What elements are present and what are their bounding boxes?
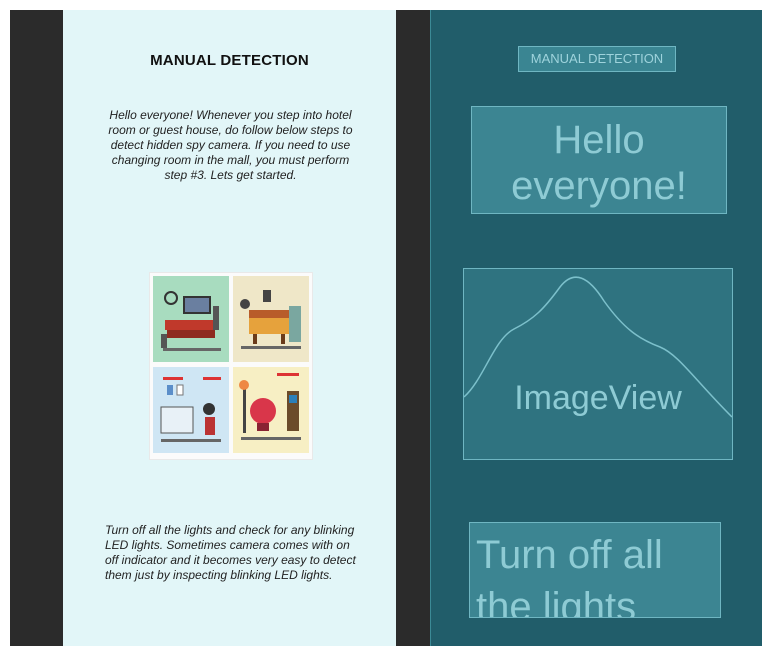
living-room-illustration	[153, 276, 229, 362]
panel-divider	[396, 10, 430, 646]
blueprint-imageview[interactable]: ImageView	[463, 268, 733, 460]
imageview-label: ImageView	[514, 379, 682, 417]
layout-editor-canvas: MANUAL DETECTION Hello everyone! Wheneve…	[10, 10, 762, 646]
intro-text[interactable]: Hello everyone! Whenever you step into h…	[103, 108, 358, 183]
changing-room-illustration	[153, 367, 229, 453]
mountain-placeholder-icon	[464, 276, 732, 418]
step-text[interactable]: Turn off all the lights and check for an…	[105, 523, 365, 583]
room-illustration-image[interactable]	[149, 272, 313, 460]
design-preview: MANUAL DETECTION Hello everyone! Wheneve…	[63, 10, 396, 646]
bedroom-illustration	[233, 276, 309, 362]
blueprint-step-textview[interactable]: Turn off all the lights	[469, 522, 721, 618]
lounge-illustration	[233, 367, 309, 453]
page-title[interactable]: MANUAL DETECTION	[63, 52, 396, 69]
blueprint-preview: MANUAL DETECTION Hello everyone! ImageVi…	[430, 10, 762, 646]
blueprint-intro-textview[interactable]: Hello everyone!	[471, 106, 727, 214]
blueprint-title-textview[interactable]: MANUAL DETECTION	[518, 46, 676, 72]
